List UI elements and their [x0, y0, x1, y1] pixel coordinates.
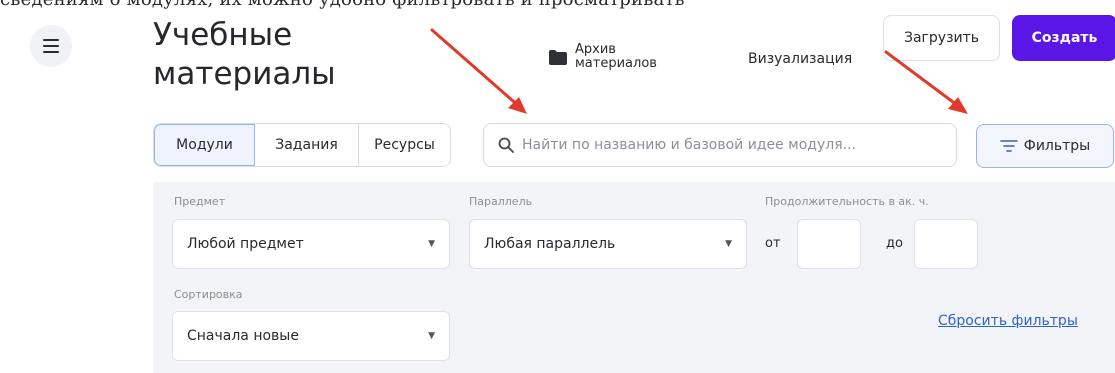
reset-filters-link[interactable]: Сбросить фильтры: [938, 313, 1078, 329]
material-type-tabs: Модули Задания Ресурсы: [153, 123, 451, 167]
tab-resources[interactable]: Ресурсы: [359, 124, 450, 166]
search-input[interactable]: [522, 137, 942, 153]
subject-label: Предмет: [174, 195, 226, 208]
duration-from-input[interactable]: [797, 219, 861, 269]
sort-label: Сортировка: [174, 288, 243, 301]
archive-link[interactable]: Архив материалов: [549, 43, 685, 71]
duration-to-input[interactable]: [914, 219, 978, 269]
grade-select[interactable]: Любая параллель ▼: [469, 219, 747, 269]
search-box: [483, 123, 957, 167]
subject-select-value: Любой предмет: [187, 236, 304, 252]
subject-select[interactable]: Любой предмет ▼: [172, 219, 450, 269]
caret-down-icon: ▼: [725, 239, 732, 249]
upload-button[interactable]: Загрузить: [883, 15, 1000, 61]
archive-link-label: Архив материалов: [575, 42, 657, 71]
filter-panel: Предмет Любой предмет ▼ Параллель Любая …: [153, 182, 1115, 373]
filters-button-label: Фильтры: [1023, 138, 1091, 154]
filters-button[interactable]: Фильтры: [976, 124, 1114, 168]
filter-lines-icon: [999, 140, 1018, 152]
sort-select[interactable]: Сначала новые ▼: [172, 311, 450, 361]
create-button[interactable]: Создать: [1012, 15, 1115, 61]
red-arrow-to-filters: [884, 50, 968, 114]
grade-label: Параллель: [469, 195, 533, 208]
duration-to-label: до: [886, 236, 903, 251]
cropped-caption-text: сведениям о модулях, их можно удобно фил…: [0, 0, 1115, 11]
page-title: Учебные материалы: [153, 16, 453, 94]
caret-down-icon: ▼: [428, 331, 435, 341]
tab-modules[interactable]: Модули: [154, 124, 255, 166]
hamburger-icon: [43, 39, 59, 41]
page-title-line2: материалы: [153, 56, 336, 92]
menu-button[interactable]: [30, 25, 72, 67]
sort-select-value: Сначала новые: [187, 328, 299, 344]
tab-tasks[interactable]: Задания: [255, 124, 359, 166]
grade-select-value: Любая параллель: [484, 236, 616, 252]
caret-down-icon: ▼: [428, 239, 435, 249]
search-icon: [498, 137, 514, 153]
hamburger-icon-line: [43, 51, 59, 53]
page-title-line1: Учебные: [153, 17, 293, 53]
visualization-link[interactable]: Визуализация: [748, 51, 852, 67]
duration-label: Продолжительность в ак. ч.: [765, 195, 929, 208]
hamburger-icon-line: [43, 45, 59, 47]
folder-icon: [549, 49, 567, 65]
duration-from-label: от: [765, 236, 781, 251]
